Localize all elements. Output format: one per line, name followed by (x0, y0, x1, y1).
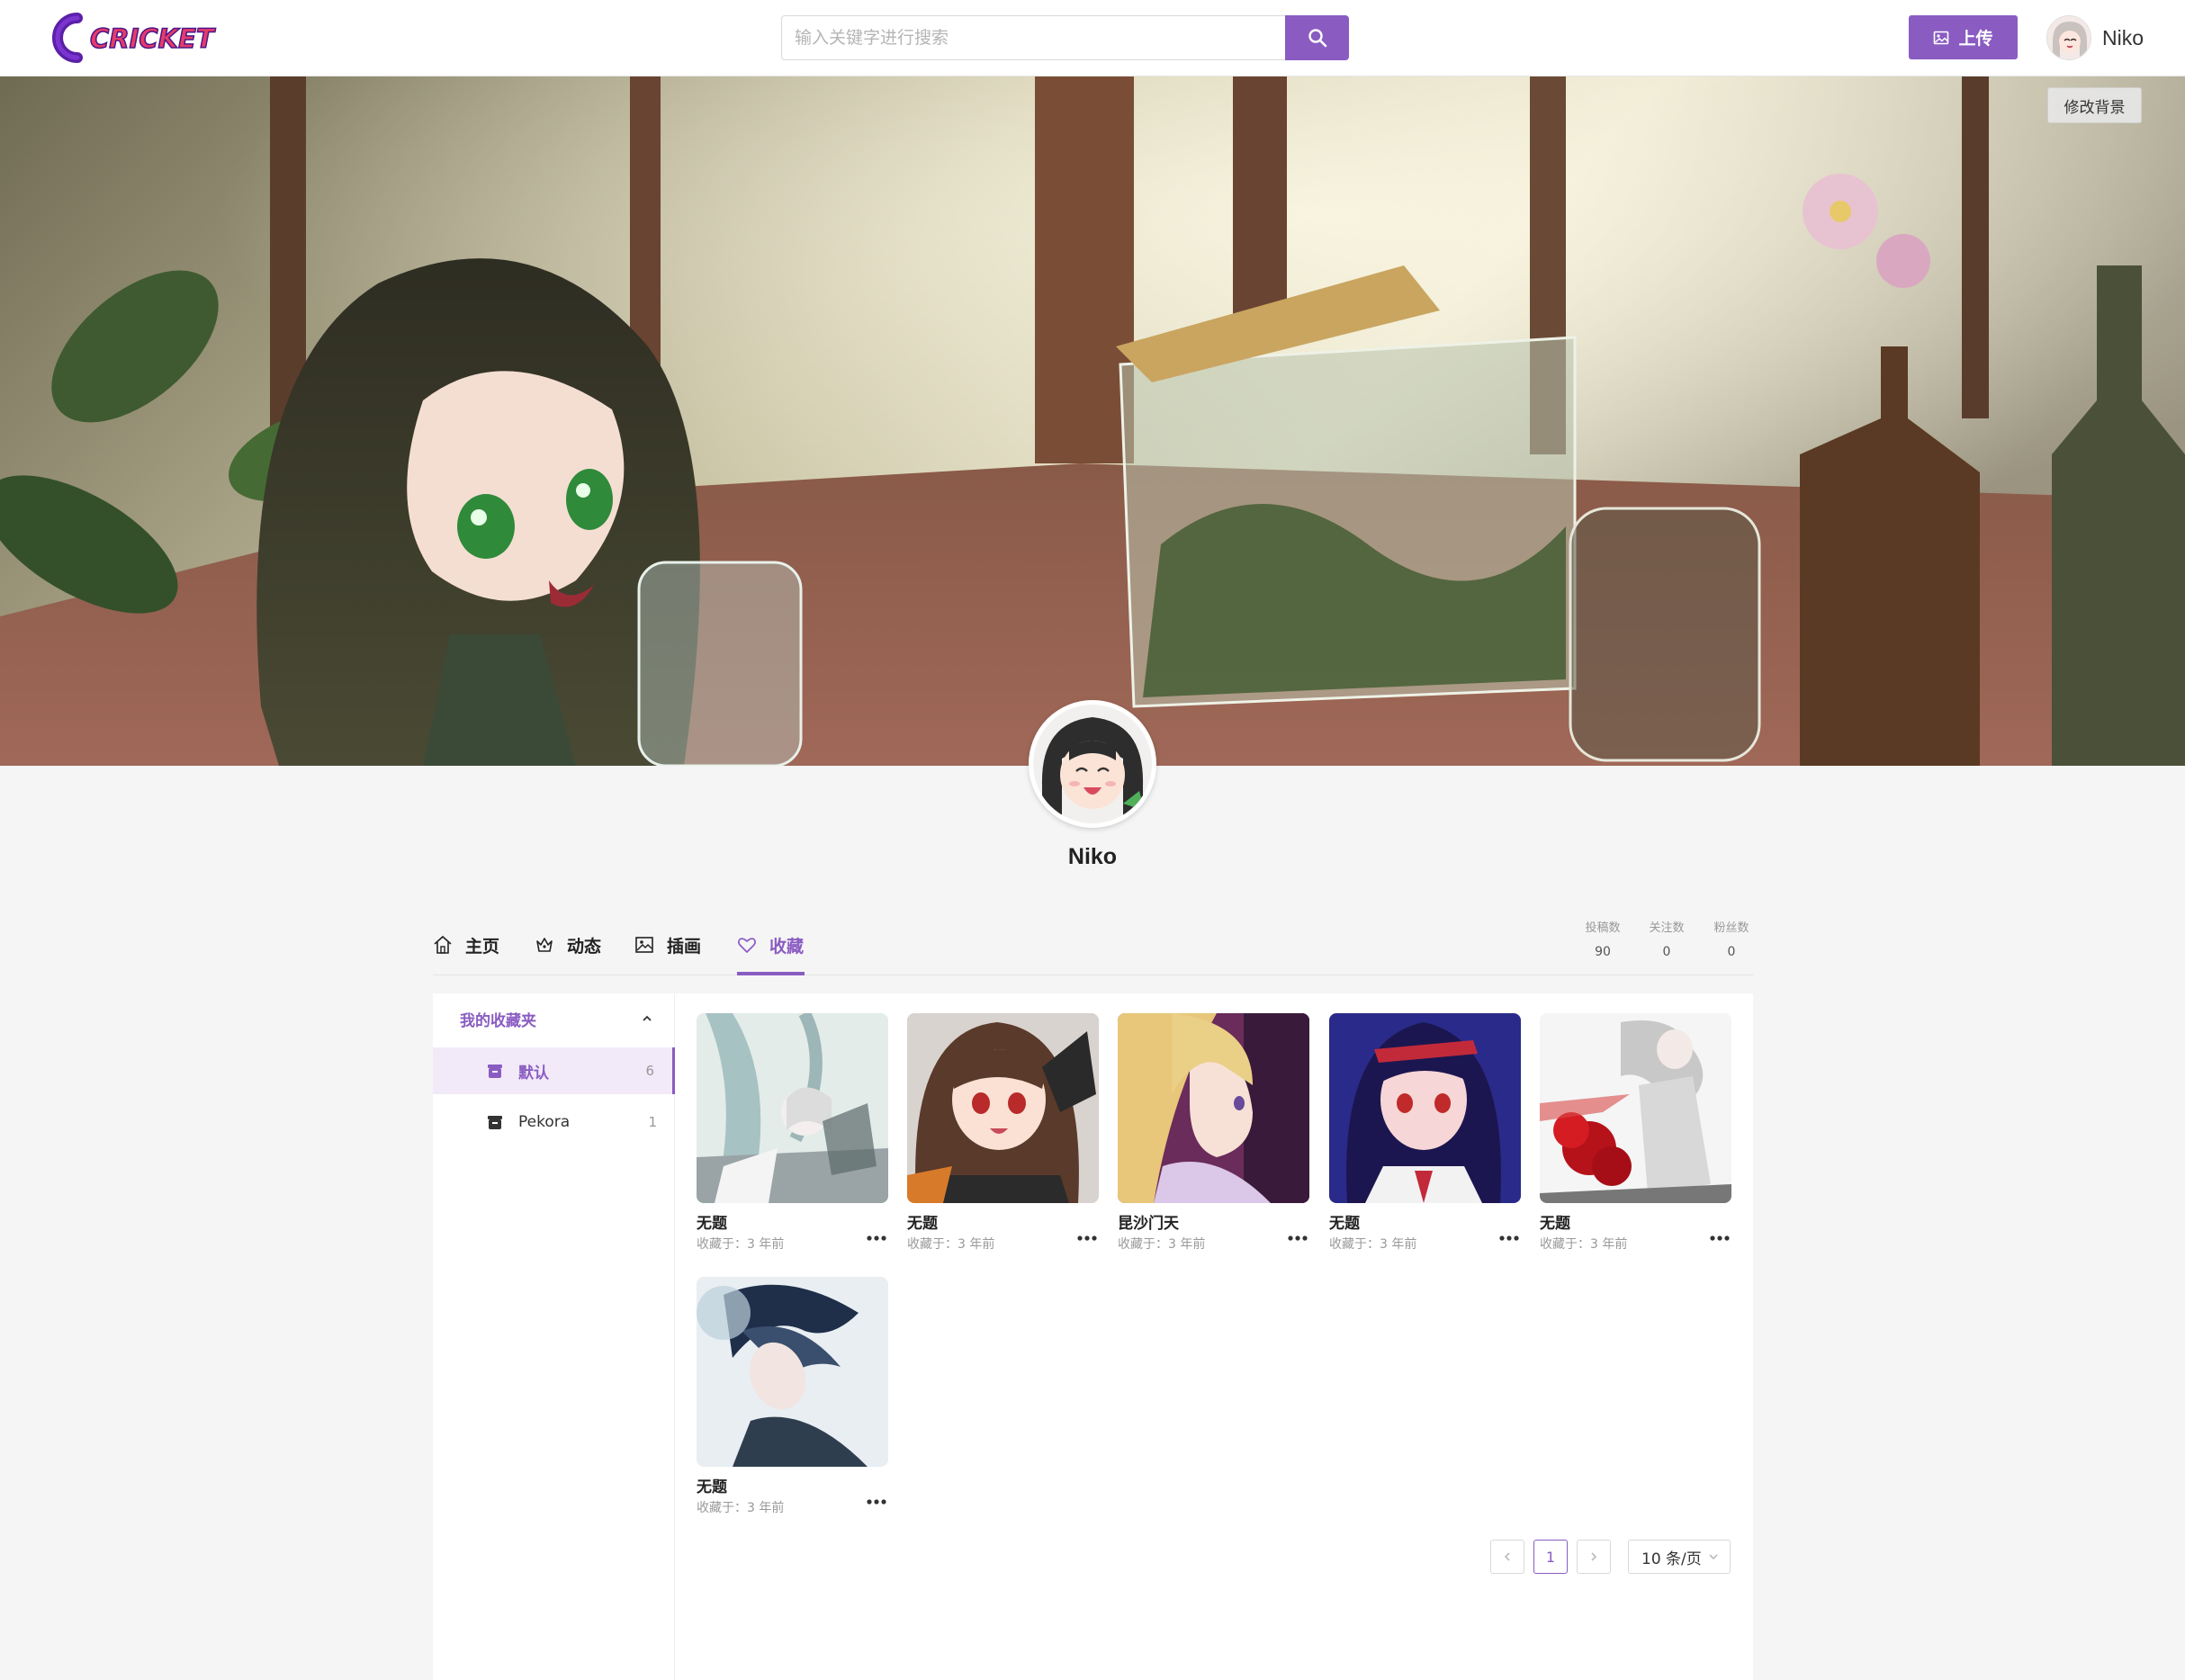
more-options-icon[interactable] (865, 1229, 888, 1247)
favorite-card[interactable]: 无题 收藏于：3 年前 (1329, 1013, 1521, 1252)
home-icon (434, 935, 452, 954)
favorite-card[interactable]: 无题 收藏于：3 年前 (697, 1013, 888, 1252)
search-bar (781, 15, 1349, 60)
artwork-title[interactable]: 昆沙门天 (1118, 1210, 1179, 1233)
artwork-thumbnail[interactable] (697, 1277, 888, 1467)
folder-count: 6 (645, 1063, 654, 1079)
stat-followers[interactable]: 粉丝数 0 (1700, 918, 1763, 959)
chevron-down-icon (1709, 1554, 1718, 1560)
favorited-time: 收藏于：3 年前 (697, 1501, 785, 1515)
folder-label: Pekora (518, 1113, 571, 1131)
heart-icon (738, 938, 756, 953)
tab-activity[interactable]: 动态 (535, 927, 601, 963)
favorited-time: 收藏于：3 年前 (907, 1237, 995, 1252)
tab-favorites[interactable]: 收藏 (737, 927, 804, 963)
favorited-time: 收藏于：3 年前 (697, 1237, 785, 1252)
more-options-icon[interactable] (1497, 1229, 1521, 1247)
prev-page-button[interactable] (1490, 1540, 1524, 1574)
stat-submissions: 投稿数 90 (1571, 918, 1634, 959)
folder-item-pekora[interactable]: Pekora 1 (433, 1099, 675, 1145)
chevron-left-icon (1504, 1552, 1510, 1561)
favorite-card[interactable]: 无题 收藏于：3 年前 (697, 1277, 888, 1515)
active-tab-indicator (737, 972, 805, 975)
favorited-time: 收藏于：3 年前 (1329, 1237, 1417, 1252)
folder-list-title: 我的收藏夹 (460, 1011, 536, 1030)
change-background-button[interactable]: 修改背景 (2047, 87, 2142, 123)
tab-illustration[interactable]: 插画 (634, 927, 701, 963)
activity-icon (536, 938, 553, 952)
folder-count: 1 (648, 1114, 657, 1130)
top-navigation-bar: CRICKET 上传 Niko (0, 0, 2185, 76)
image-upload-icon (1934, 31, 1949, 44)
artwork-thumbnail[interactable] (907, 1013, 1099, 1203)
search-button[interactable] (1285, 15, 1349, 60)
username[interactable]: Niko (2102, 26, 2144, 50)
stat-label: 粉丝数 (1713, 921, 1749, 935)
folder-label: 默认 (518, 1064, 549, 1083)
folder-item-default[interactable]: 默认 6 (433, 1047, 675, 1094)
favorites-folder-sidebar: 我的收藏夹 默认 6 Pekora 1 (433, 993, 675, 1680)
tab-home-label: 主页 (465, 936, 500, 957)
stat-following[interactable]: 关注数 0 (1635, 918, 1698, 959)
favorite-card[interactable]: 昆沙门天 收藏于：3 年前 (1118, 1013, 1309, 1252)
search-input[interactable] (781, 15, 1285, 60)
stat-value: 90 (1595, 945, 1611, 959)
chevron-right-icon (1591, 1552, 1597, 1561)
avatar[interactable] (2046, 15, 2091, 60)
more-options-icon[interactable] (1286, 1229, 1309, 1247)
tab-favorites-label: 收藏 (769, 936, 805, 957)
page-size-value: 10 条/页 (1641, 1550, 1702, 1568)
folder-box-icon (488, 1065, 502, 1078)
artwork-thumbnail[interactable] (1118, 1013, 1309, 1203)
page-size-select[interactable]: 10 条/页 (1628, 1540, 1731, 1574)
more-options-icon[interactable] (1075, 1229, 1099, 1247)
artwork-title[interactable]: 无题 (1540, 1210, 1570, 1233)
upload-button[interactable]: 上传 (1909, 15, 2018, 59)
cricket-logo[interactable]: CRICKET (41, 11, 221, 65)
profile-tabs: 主页 动态 插画 收藏 (433, 916, 1753, 975)
stat-label: 投稿数 (1585, 921, 1621, 935)
favorite-card[interactable]: 无题 收藏于：3 年前 (907, 1013, 1099, 1252)
stat-label: 关注数 (1649, 921, 1685, 935)
image-icon (635, 937, 653, 953)
favorited-time: 收藏于：3 年前 (1540, 1237, 1628, 1252)
stat-value: 0 (1662, 945, 1671, 959)
favorite-card[interactable]: 无题 收藏于：3 年前 (1540, 1013, 1731, 1252)
profile-banner (0, 76, 2185, 766)
profile-name: Niko (1067, 844, 1118, 869)
artwork-title[interactable]: 无题 (1329, 1210, 1360, 1233)
tab-home[interactable]: 主页 (433, 927, 499, 963)
artwork-thumbnail[interactable] (1329, 1013, 1521, 1203)
next-page-button[interactable] (1577, 1540, 1611, 1574)
tab-activity-label: 动态 (567, 936, 602, 957)
artwork-thumbnail[interactable] (1540, 1013, 1731, 1203)
artwork-title[interactable]: 无题 (697, 1474, 727, 1496)
stat-value: 0 (1727, 945, 1736, 959)
page-number-button[interactable]: 1 (1533, 1540, 1568, 1574)
tab-illustration-label: 插画 (667, 936, 702, 957)
search-icon (1308, 29, 1326, 48)
svg-text:CRICKET: CRICKET (90, 23, 216, 54)
folder-list-header[interactable]: 我的收藏夹 (433, 993, 675, 1044)
profile-avatar[interactable] (1029, 700, 1156, 828)
artwork-title[interactable]: 无题 (907, 1210, 938, 1233)
more-options-icon[interactable] (865, 1493, 888, 1511)
upload-label: 上传 (1958, 29, 1993, 49)
folder-box-icon (488, 1116, 502, 1129)
chevron-up-icon[interactable] (641, 1012, 653, 1025)
favorited-time: 收藏于：3 年前 (1118, 1237, 1206, 1252)
artwork-title[interactable]: 无题 (697, 1210, 727, 1233)
user-menu[interactable]: Niko (2046, 13, 2163, 62)
more-options-icon[interactable] (1708, 1229, 1731, 1247)
artwork-thumbnail[interactable] (697, 1013, 888, 1203)
